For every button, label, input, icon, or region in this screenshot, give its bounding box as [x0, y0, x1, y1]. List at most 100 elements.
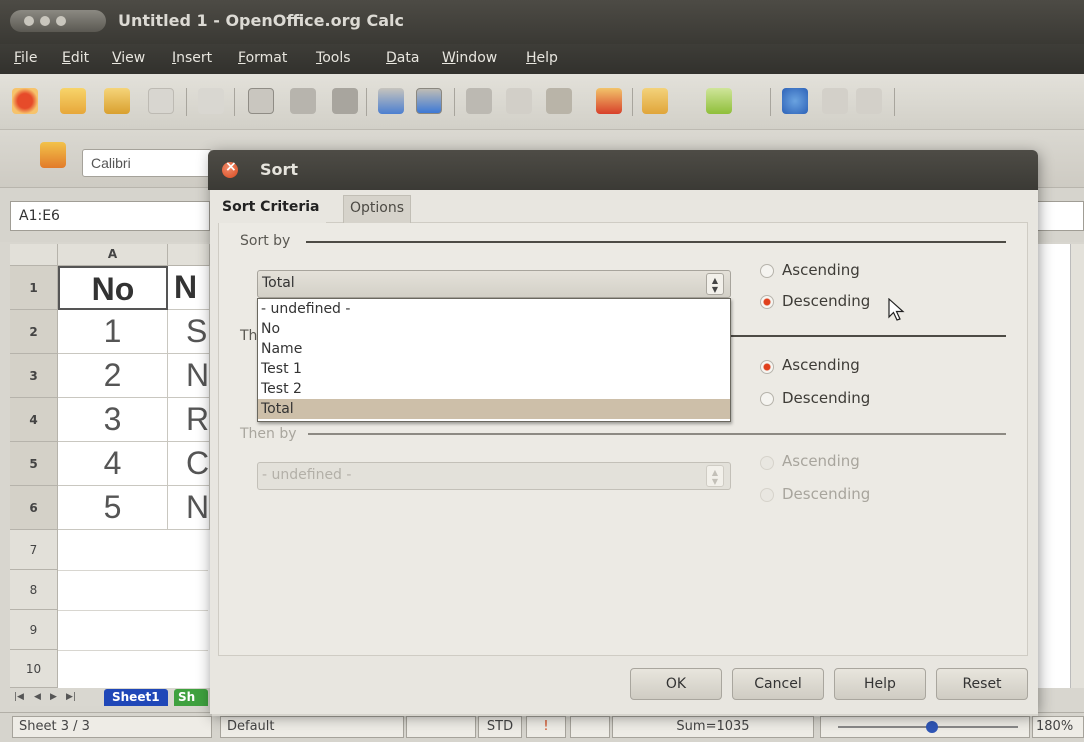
status-page-style[interactable]: Default [220, 716, 404, 738]
dropdown-option[interactable]: - undefined - [258, 299, 730, 319]
key3-descending-radio[interactable] [760, 488, 774, 502]
cell-b5[interactable]: C [168, 442, 210, 486]
format-paintbrush-icon[interactable] [596, 88, 622, 114]
sort-key1-spin-icon[interactable]: ▲ ▼ [706, 273, 724, 295]
menu-edit[interactable]: Edit [62, 50, 89, 66]
cell-a5[interactable]: 4 [58, 442, 168, 486]
redo-icon[interactable] [706, 88, 732, 114]
row-header[interactable]: 8 [10, 570, 58, 610]
print-preview-icon[interactable] [332, 88, 358, 114]
autospellcheck-icon[interactable] [416, 88, 442, 114]
maximize-window-icon[interactable] [56, 16, 66, 26]
menu-help[interactable]: Help [526, 50, 558, 66]
menu-data[interactable]: Data [386, 50, 419, 66]
menu-view[interactable]: View [112, 50, 145, 66]
reset-button[interactable]: Reset [936, 668, 1028, 700]
cell-a1[interactable]: No [58, 266, 168, 310]
cell-a2[interactable]: 1 [58, 310, 168, 354]
dropdown-option[interactable]: Test 2 [258, 379, 730, 399]
font-name-box[interactable]: Calibri [82, 149, 212, 177]
column-header-b[interactable] [168, 244, 210, 266]
key1-ascending-label[interactable]: Ascending [782, 261, 860, 279]
paste-icon[interactable] [546, 88, 572, 114]
spellcheck-icon[interactable] [378, 88, 404, 114]
column-header-a[interactable]: A [58, 244, 168, 266]
help-button[interactable]: Help [834, 668, 926, 700]
prev-sheet-icon[interactable]: ◀ [34, 692, 41, 702]
cell-a4[interactable]: 3 [58, 398, 168, 442]
row-header[interactable]: 1 [10, 266, 58, 310]
cell-b2[interactable]: S [168, 310, 210, 354]
row-header[interactable]: 4 [10, 398, 58, 442]
row-header[interactable]: 2 [10, 310, 58, 354]
menu-file[interactable]: File [14, 50, 37, 66]
dropdown-option-selected[interactable]: Total [258, 399, 730, 419]
formula-input[interactable] [1036, 201, 1084, 231]
sort-descending-icon[interactable] [856, 88, 882, 114]
export-pdf-icon[interactable] [248, 88, 274, 114]
cell-b1[interactable]: N [168, 266, 210, 310]
key3-descending-label[interactable]: Descending [782, 485, 870, 503]
key2-descending-radio[interactable] [760, 392, 774, 406]
key1-descending-radio[interactable] [760, 295, 774, 309]
print-icon[interactable] [290, 88, 316, 114]
cell-a3[interactable]: 2 [58, 354, 168, 398]
cancel-button[interactable]: Cancel [732, 668, 824, 700]
sort-ascending-icon[interactable] [822, 88, 848, 114]
name-box[interactable]: A1:E6 [10, 201, 210, 231]
window-controls[interactable] [10, 10, 106, 32]
row-header[interactable]: 9 [10, 610, 58, 650]
menu-tools[interactable]: Tools [316, 50, 351, 66]
row-header[interactable]: 7 [10, 530, 58, 570]
close-window-icon[interactable] [24, 16, 34, 26]
key1-ascending-radio[interactable] [760, 264, 774, 278]
last-sheet-icon[interactable]: ▶| [66, 692, 76, 702]
new-document-icon[interactable] [12, 88, 38, 114]
tab-options[interactable]: Options [343, 195, 412, 223]
vertical-scrollbar[interactable] [1070, 244, 1084, 688]
tab-sort-criteria[interactable]: Sort Criteria [216, 195, 326, 223]
key1-descending-label[interactable]: Descending [782, 292, 870, 310]
status-selection-mode[interactable]: STD [478, 716, 522, 738]
key3-ascending-radio[interactable] [760, 456, 774, 470]
key2-ascending-label[interactable]: Ascending [782, 356, 860, 374]
hyperlink-icon[interactable] [782, 88, 808, 114]
key2-descending-label[interactable]: Descending [782, 389, 870, 407]
sort-key1-select[interactable]: Total [257, 270, 731, 298]
sort-key3-spin-icon[interactable]: ▲ ▼ [706, 465, 724, 487]
menu-window[interactable]: Window [442, 50, 497, 66]
dropdown-option[interactable]: Name [258, 339, 730, 359]
styles-icon[interactable] [40, 142, 66, 168]
cut-icon[interactable] [466, 88, 492, 114]
key2-ascending-radio[interactable] [760, 360, 774, 374]
cell-b3[interactable]: N [168, 354, 210, 398]
row-header[interactable]: 10 [10, 650, 58, 688]
next-sheet-icon[interactable]: ▶ [50, 692, 57, 702]
zoom-slider-knob[interactable] [926, 721, 938, 733]
cell-b6[interactable]: N [168, 486, 210, 530]
dropdown-option[interactable]: No [258, 319, 730, 339]
sheet-tab-next[interactable]: Sh [174, 689, 208, 706]
first-sheet-icon[interactable]: |◀ [14, 692, 24, 702]
status-zoom-percent[interactable]: 180% [1032, 716, 1084, 738]
edit-file-icon[interactable] [198, 88, 224, 114]
menu-format[interactable]: Format [238, 50, 287, 66]
sort-key3-select[interactable]: - undefined - [257, 462, 731, 490]
copy-icon[interactable] [506, 88, 532, 114]
cell-a6[interactable]: 5 [58, 486, 168, 530]
sort-key1-dropdown-list[interactable]: - undefined - No Name Test 1 Test 2 Tota… [257, 298, 731, 422]
save-icon[interactable] [104, 88, 130, 114]
minimize-window-icon[interactable] [40, 16, 50, 26]
cell-b4[interactable]: R [168, 398, 210, 442]
ok-button[interactable]: OK [630, 668, 722, 700]
dialog-close-icon[interactable] [222, 159, 238, 178]
open-folder-icon[interactable] [60, 88, 86, 114]
row-header[interactable]: 5 [10, 442, 58, 486]
menu-insert[interactable]: Insert [172, 50, 212, 66]
email-icon[interactable] [148, 88, 174, 114]
undo-icon[interactable] [642, 88, 668, 114]
key3-ascending-label[interactable]: Ascending [782, 452, 860, 470]
dropdown-option[interactable]: Test 1 [258, 359, 730, 379]
sheet-tab-sheet1[interactable]: Sheet1 [104, 689, 168, 706]
select-all-corner[interactable] [10, 244, 58, 266]
